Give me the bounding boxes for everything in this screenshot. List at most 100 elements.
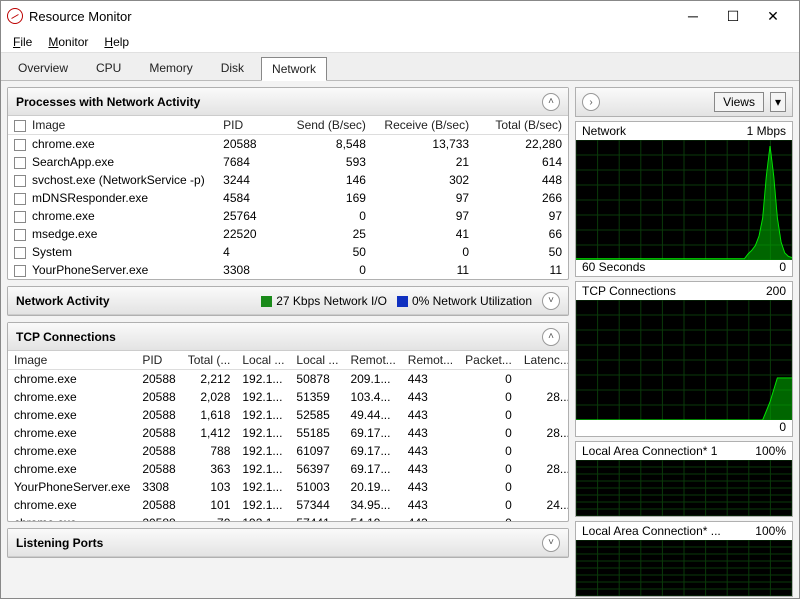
- processes-panel-header[interactable]: Processes with Network Activity ˄: [8, 88, 568, 116]
- table-row[interactable]: chrome.exe205881,412192.1...5518569.17..…: [8, 424, 568, 442]
- listening-panel-header[interactable]: Listening Ports ˅: [8, 529, 568, 557]
- io-legend: 27 Kbps Network I/O: [261, 294, 387, 308]
- left-pane: Processes with Network Activity ˄ Image …: [1, 81, 573, 598]
- listening-panel: Listening Ports ˅: [7, 528, 569, 558]
- maximize-button[interactable]: ☐: [713, 3, 753, 29]
- row-checkbox[interactable]: [14, 193, 26, 205]
- tcp-panel-title: TCP Connections: [16, 330, 116, 344]
- window-title: Resource Monitor: [29, 9, 132, 24]
- chart-tcp-canvas: [576, 300, 792, 420]
- table-row[interactable]: YourPhoneServer.exe330801111: [8, 261, 568, 279]
- network-activity-panel: Network Activity 27 Kbps Network I/O 0% …: [7, 286, 569, 316]
- chevron-down-icon[interactable]: ˅: [542, 534, 560, 552]
- row-checkbox[interactable]: [14, 139, 26, 151]
- close-button[interactable]: ✕: [753, 3, 793, 29]
- chart-lac2-title: Local Area Connection* ...: [582, 524, 721, 538]
- chart-lac1: Local Area Connection* 1 100%: [575, 441, 793, 517]
- table-row[interactable]: SearchApp.exe768459321614: [8, 153, 568, 171]
- col-pid[interactable]: PID: [217, 116, 279, 135]
- tcp-panel-header[interactable]: TCP Connections ˄: [8, 323, 568, 351]
- tcp-col-ra[interactable]: Remot...: [344, 351, 401, 370]
- network-activity-header[interactable]: Network Activity 27 Kbps Network I/O 0% …: [8, 287, 568, 315]
- chart-tcp-title: TCP Connections: [582, 284, 676, 298]
- col-image[interactable]: Image: [8, 116, 217, 135]
- views-button[interactable]: Views: [714, 92, 764, 112]
- processes-panel: Processes with Network Activity ˄ Image …: [7, 87, 569, 280]
- charts-toolbar: › Views ▾: [575, 87, 793, 117]
- table-row[interactable]: System450050: [8, 243, 568, 261]
- processes-panel-title: Processes with Network Activity: [16, 95, 200, 109]
- tcp-col-pk[interactable]: Packet...: [459, 351, 518, 370]
- menu-monitor[interactable]: Monitor: [42, 33, 94, 51]
- tab-disk[interactable]: Disk: [210, 56, 255, 80]
- chart-lac2-max: 100%: [755, 524, 786, 538]
- util-legend: 0% Network Utilization: [397, 294, 532, 308]
- chevron-up-icon[interactable]: ˄: [542, 93, 560, 111]
- chart-lac1-canvas: [576, 460, 792, 516]
- table-row[interactable]: chrome.exe20588363192.1...5639769.17...4…: [8, 460, 568, 478]
- chart-network: Network 1 Mbps 60 Seconds 0: [575, 121, 793, 277]
- processes-table: Image PID Send (B/sec) Receive (B/sec) T…: [8, 116, 568, 279]
- chart-network-min: 0: [779, 260, 786, 274]
- table-row[interactable]: msedge.exe22520254166: [8, 225, 568, 243]
- table-row[interactable]: YourPhoneServer.exe3308103192.1...510032…: [8, 478, 568, 496]
- row-checkbox[interactable]: [14, 211, 26, 223]
- tcp-col-rp[interactable]: Remot...: [402, 351, 459, 370]
- tcp-col-total[interactable]: Total (...: [182, 351, 237, 370]
- chart-network-canvas: [576, 140, 792, 260]
- tab-overview[interactable]: Overview: [7, 56, 79, 80]
- minimize-button[interactable]: ─: [673, 3, 713, 29]
- table-row[interactable]: chrome.exe2576409797: [8, 207, 568, 225]
- table-row[interactable]: chrome.exe2058870192.1...5744154.19...44…: [8, 514, 568, 521]
- table-row[interactable]: chrome.exe205882,212192.1...50878209.1..…: [8, 370, 568, 389]
- table-row[interactable]: mDNSResponder.exe458416997266: [8, 189, 568, 207]
- tcp-col-image[interactable]: Image: [8, 351, 136, 370]
- chart-tcp-min: 0: [779, 420, 786, 434]
- menu-help[interactable]: Help: [98, 33, 135, 51]
- right-pane: › Views ▾ Network 1 Mbps 60 Seconds 0 TCP …: [573, 81, 799, 598]
- table-row[interactable]: chrome.exe20588788192.1...6109769.17...4…: [8, 442, 568, 460]
- chart-network-title: Network: [582, 124, 626, 138]
- table-row[interactable]: svchost.exe (NetworkService -p)324414630…: [8, 171, 568, 189]
- menu-file[interactable]: File: [7, 33, 38, 51]
- tcp-col-la[interactable]: Local ...: [236, 351, 290, 370]
- row-checkbox[interactable]: [14, 229, 26, 241]
- tab-strip: Overview CPU Memory Disk Network: [1, 53, 799, 81]
- tcp-col-lp[interactable]: Local ...: [290, 351, 344, 370]
- menubar: File Monitor Help: [1, 31, 799, 53]
- chart-lac1-max: 100%: [755, 444, 786, 458]
- chevron-up-icon[interactable]: ˄: [542, 328, 560, 346]
- table-row[interactable]: chrome.exe205882,028192.1...51359103.4..…: [8, 388, 568, 406]
- tcp-col-pid[interactable]: PID: [136, 351, 181, 370]
- table-row[interactable]: chrome.exe205881,618192.1...5258549.44..…: [8, 406, 568, 424]
- tab-network[interactable]: Network: [261, 57, 327, 81]
- tab-cpu[interactable]: CPU: [85, 56, 132, 80]
- tcp-panel: TCP Connections ˄ Image PID Total (... L…: [7, 322, 569, 522]
- chart-network-xlabel: 60 Seconds: [582, 260, 645, 274]
- window-buttons: ─ ☐ ✕: [673, 3, 793, 29]
- col-recv[interactable]: Receive (B/sec): [372, 116, 475, 135]
- chart-lac1-title: Local Area Connection* 1: [582, 444, 717, 458]
- titlebar: Resource Monitor ─ ☐ ✕: [1, 1, 799, 31]
- chart-tcp-max: 200: [766, 284, 786, 298]
- row-checkbox[interactable]: [14, 175, 26, 187]
- chevron-down-icon[interactable]: ˅: [542, 292, 560, 310]
- chevron-right-icon[interactable]: ›: [582, 93, 600, 111]
- table-row[interactable]: chrome.exe205888,54813,73322,280: [8, 135, 568, 154]
- tab-memory[interactable]: Memory: [138, 56, 203, 80]
- chart-lac2: Local Area Connection* ... 100%: [575, 521, 793, 597]
- views-dropdown-icon[interactable]: ▾: [770, 92, 786, 112]
- col-total[interactable]: Total (B/sec): [475, 116, 568, 135]
- row-checkbox[interactable]: [14, 247, 26, 259]
- checkbox-all[interactable]: [14, 120, 26, 132]
- row-checkbox[interactable]: [14, 157, 26, 169]
- chart-network-max: 1 Mbps: [747, 124, 786, 138]
- chart-tcp: TCP Connections 200 0: [575, 281, 793, 437]
- row-checkbox[interactable]: [14, 265, 26, 277]
- col-send[interactable]: Send (B/sec): [279, 116, 372, 135]
- app-icon: [7, 8, 23, 24]
- chart-lac2-canvas: [576, 540, 792, 596]
- tcp-col-lat[interactable]: Latenc...: [518, 351, 568, 370]
- tcp-table: Image PID Total (... Local ... Local ...…: [8, 351, 568, 521]
- table-row[interactable]: chrome.exe20588101192.1...5734434.95...4…: [8, 496, 568, 514]
